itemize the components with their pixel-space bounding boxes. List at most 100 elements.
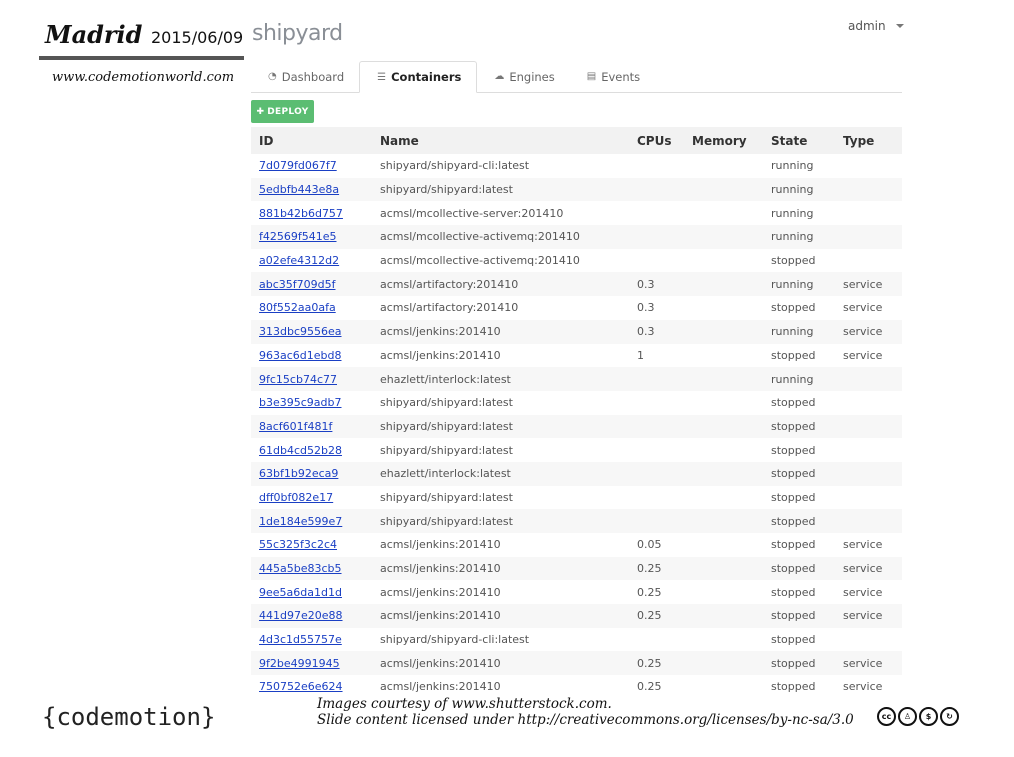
table-row: 5edbfb443e8a shipyard/shipyard:latest runn… <box>251 177 902 202</box>
container-name: acmsl/jenkins:201410 <box>380 562 501 576</box>
container-id-link[interactable]: dff0bf082e17 <box>259 491 333 504</box>
header-name[interactable]: Name <box>372 127 629 154</box>
container-cpus: 0.3 <box>637 277 655 291</box>
cell-id: 8acf601f481f <box>251 415 372 439</box>
container-id-link[interactable]: 61db4cd52b28 <box>259 444 342 457</box>
container-id-link[interactable]: 9f2be4991945 <box>259 657 340 670</box>
container-memory <box>684 509 763 533</box>
by-icon: ♙ <box>898 707 917 726</box>
container-memory <box>684 154 763 178</box>
header-id[interactable]: ID <box>251 127 372 154</box>
container-memory <box>684 344 763 368</box>
container-id-link[interactable]: 7d079fd067f7 <box>259 159 337 172</box>
user-name: admin <box>848 19 886 33</box>
cell-id: 313dbc9556ea <box>251 320 372 344</box>
container-name: acmsl/jenkins:201410 <box>380 585 501 599</box>
container-state: running <box>771 183 814 197</box>
container-id-link[interactable]: 8acf601f481f <box>259 420 332 433</box>
container-id-link[interactable]: 445a5be83cb5 <box>259 562 342 575</box>
header-type[interactable]: Type <box>835 127 902 154</box>
container-state: stopped <box>771 254 816 268</box>
user-menu[interactable]: admin <box>848 19 904 33</box>
container-cpus <box>629 509 684 533</box>
caret-down-icon <box>895 24 904 28</box>
container-name: shipyard/shipyard:latest <box>380 419 513 433</box>
container-memory <box>684 651 763 675</box>
container-cpus <box>629 628 684 652</box>
table-header-row: ID Name CPUs Memory State Type <box>251 127 902 154</box>
container-type: service <box>843 562 883 576</box>
container-id-link[interactable]: f42569f541e5 <box>259 230 337 243</box>
header-cpus[interactable]: CPUs <box>629 127 684 154</box>
container-id-link[interactable]: 441d97e20e88 <box>259 609 343 622</box>
container-cpus <box>629 462 684 486</box>
container-name: shipyard/shipyard:latest <box>380 514 513 528</box>
container-memory <box>684 320 763 344</box>
table-row: 4d3c1d55757e shipyard/shipyard-cli:latest… <box>251 628 902 652</box>
container-id-link[interactable]: 9ee5a6da1d1d <box>259 586 342 599</box>
container-id-link[interactable]: 963ac6d1ebd8 <box>259 349 342 362</box>
container-cpus <box>629 415 684 439</box>
container-id-link[interactable]: 750752e6e624 <box>259 680 343 693</box>
container-name: shipyard/shipyard:latest <box>380 183 513 197</box>
credit-images: Images courtesy of www.shutterstock.com. <box>317 696 612 712</box>
header-state[interactable]: State <box>763 127 835 154</box>
cell-id: 7d079fd067f7 <box>251 154 372 178</box>
table-row: 441d97e20e88 acmsl/jenkins:201410 0.25 stop… <box>251 604 902 628</box>
container-id-link[interactable]: a02efe4312d2 <box>259 254 339 267</box>
container-id-link[interactable]: 4d3c1d55757e <box>259 633 342 646</box>
container-state: stopped <box>771 538 816 552</box>
container-id-link[interactable]: b3e395c9adb7 <box>259 396 342 409</box>
deploy-button[interactable]: ✚ DEPLOY <box>251 100 314 123</box>
table-row: 881b42b6d757 acmsl/mcollective-server:201… <box>251 201 902 225</box>
container-memory <box>684 225 763 249</box>
container-cpus <box>629 201 684 225</box>
container-id-link[interactable]: 9fc15cb74c77 <box>259 373 337 386</box>
events-icon: ▤ <box>586 71 597 82</box>
container-id-link[interactable]: abc35f709d5f <box>259 278 336 291</box>
table-row: 9ee5a6da1d1d acmsl/jenkins:201410 0.25 stop… <box>251 580 902 604</box>
container-id-link[interactable]: 80f552aa0afa <box>259 301 336 314</box>
container-id-link[interactable]: 63bf1b92eca9 <box>259 467 338 480</box>
tab-containers[interactable]: ☰ Containers <box>359 61 478 93</box>
table-row: 1de184e599e7 shipyard/shipyard:latest stop… <box>251 509 902 533</box>
container-memory <box>684 628 763 652</box>
nav-tabs: ◔ Dashboard ☰ Containers ☁ Engines ▤ Eve… <box>251 61 902 93</box>
slide-city: Madrid <box>45 20 143 49</box>
tab-engines[interactable]: ☁ Engines <box>477 61 569 92</box>
license-icons: cc ♙ $ ↻ <box>877 707 959 726</box>
container-type: service <box>843 277 883 291</box>
slide-divider <box>39 56 244 60</box>
container-id-link[interactable]: 881b42b6d757 <box>259 207 343 220</box>
container-state: stopped <box>771 396 816 410</box>
container-type <box>835 225 902 249</box>
tab-dashboard[interactable]: ◔ Dashboard <box>251 61 359 92</box>
container-state: stopped <box>771 301 816 315</box>
table-row: 445a5be83cb5 acmsl/jenkins:201410 0.25 stop… <box>251 556 902 581</box>
container-memory <box>684 557 763 581</box>
header-memory[interactable]: Memory <box>684 127 763 154</box>
container-name: acmsl/jenkins:201410 <box>380 656 501 670</box>
cell-id: 963ac6d1ebd8 <box>251 344 372 368</box>
container-state: stopped <box>771 609 816 623</box>
container-id-link[interactable]: 55c325f3c2c4 <box>259 538 337 551</box>
container-id-link[interactable]: 313dbc9556ea <box>259 325 342 338</box>
container-id-link[interactable]: 5edbfb443e8a <box>259 183 339 196</box>
table-row: f42569f541e5 acmsl/mcollective-activemq:2… <box>251 225 902 249</box>
container-cpus <box>629 154 684 178</box>
nc-icon: $ <box>919 707 938 726</box>
tab-events[interactable]: ▤ Events <box>570 61 655 92</box>
container-memory <box>684 533 763 557</box>
cell-id: abc35f709d5f <box>251 272 372 296</box>
container-id-link[interactable]: 1de184e599e7 <box>259 515 342 528</box>
container-cpus: 0.25 <box>637 585 662 599</box>
slide-date: 2015/06/09 <box>151 28 244 47</box>
container-state: stopped <box>771 562 816 576</box>
cell-id: 9fc15cb74c77 <box>251 367 372 391</box>
container-state: stopped <box>771 656 816 670</box>
tab-label: Events <box>601 69 641 84</box>
cell-id: 445a5be83cb5 <box>251 557 372 581</box>
containers-table: ID Name CPUs Memory State Type 7d079fd06… <box>251 127 902 699</box>
cell-id: 1de184e599e7 <box>251 509 372 533</box>
container-memory <box>684 486 763 510</box>
